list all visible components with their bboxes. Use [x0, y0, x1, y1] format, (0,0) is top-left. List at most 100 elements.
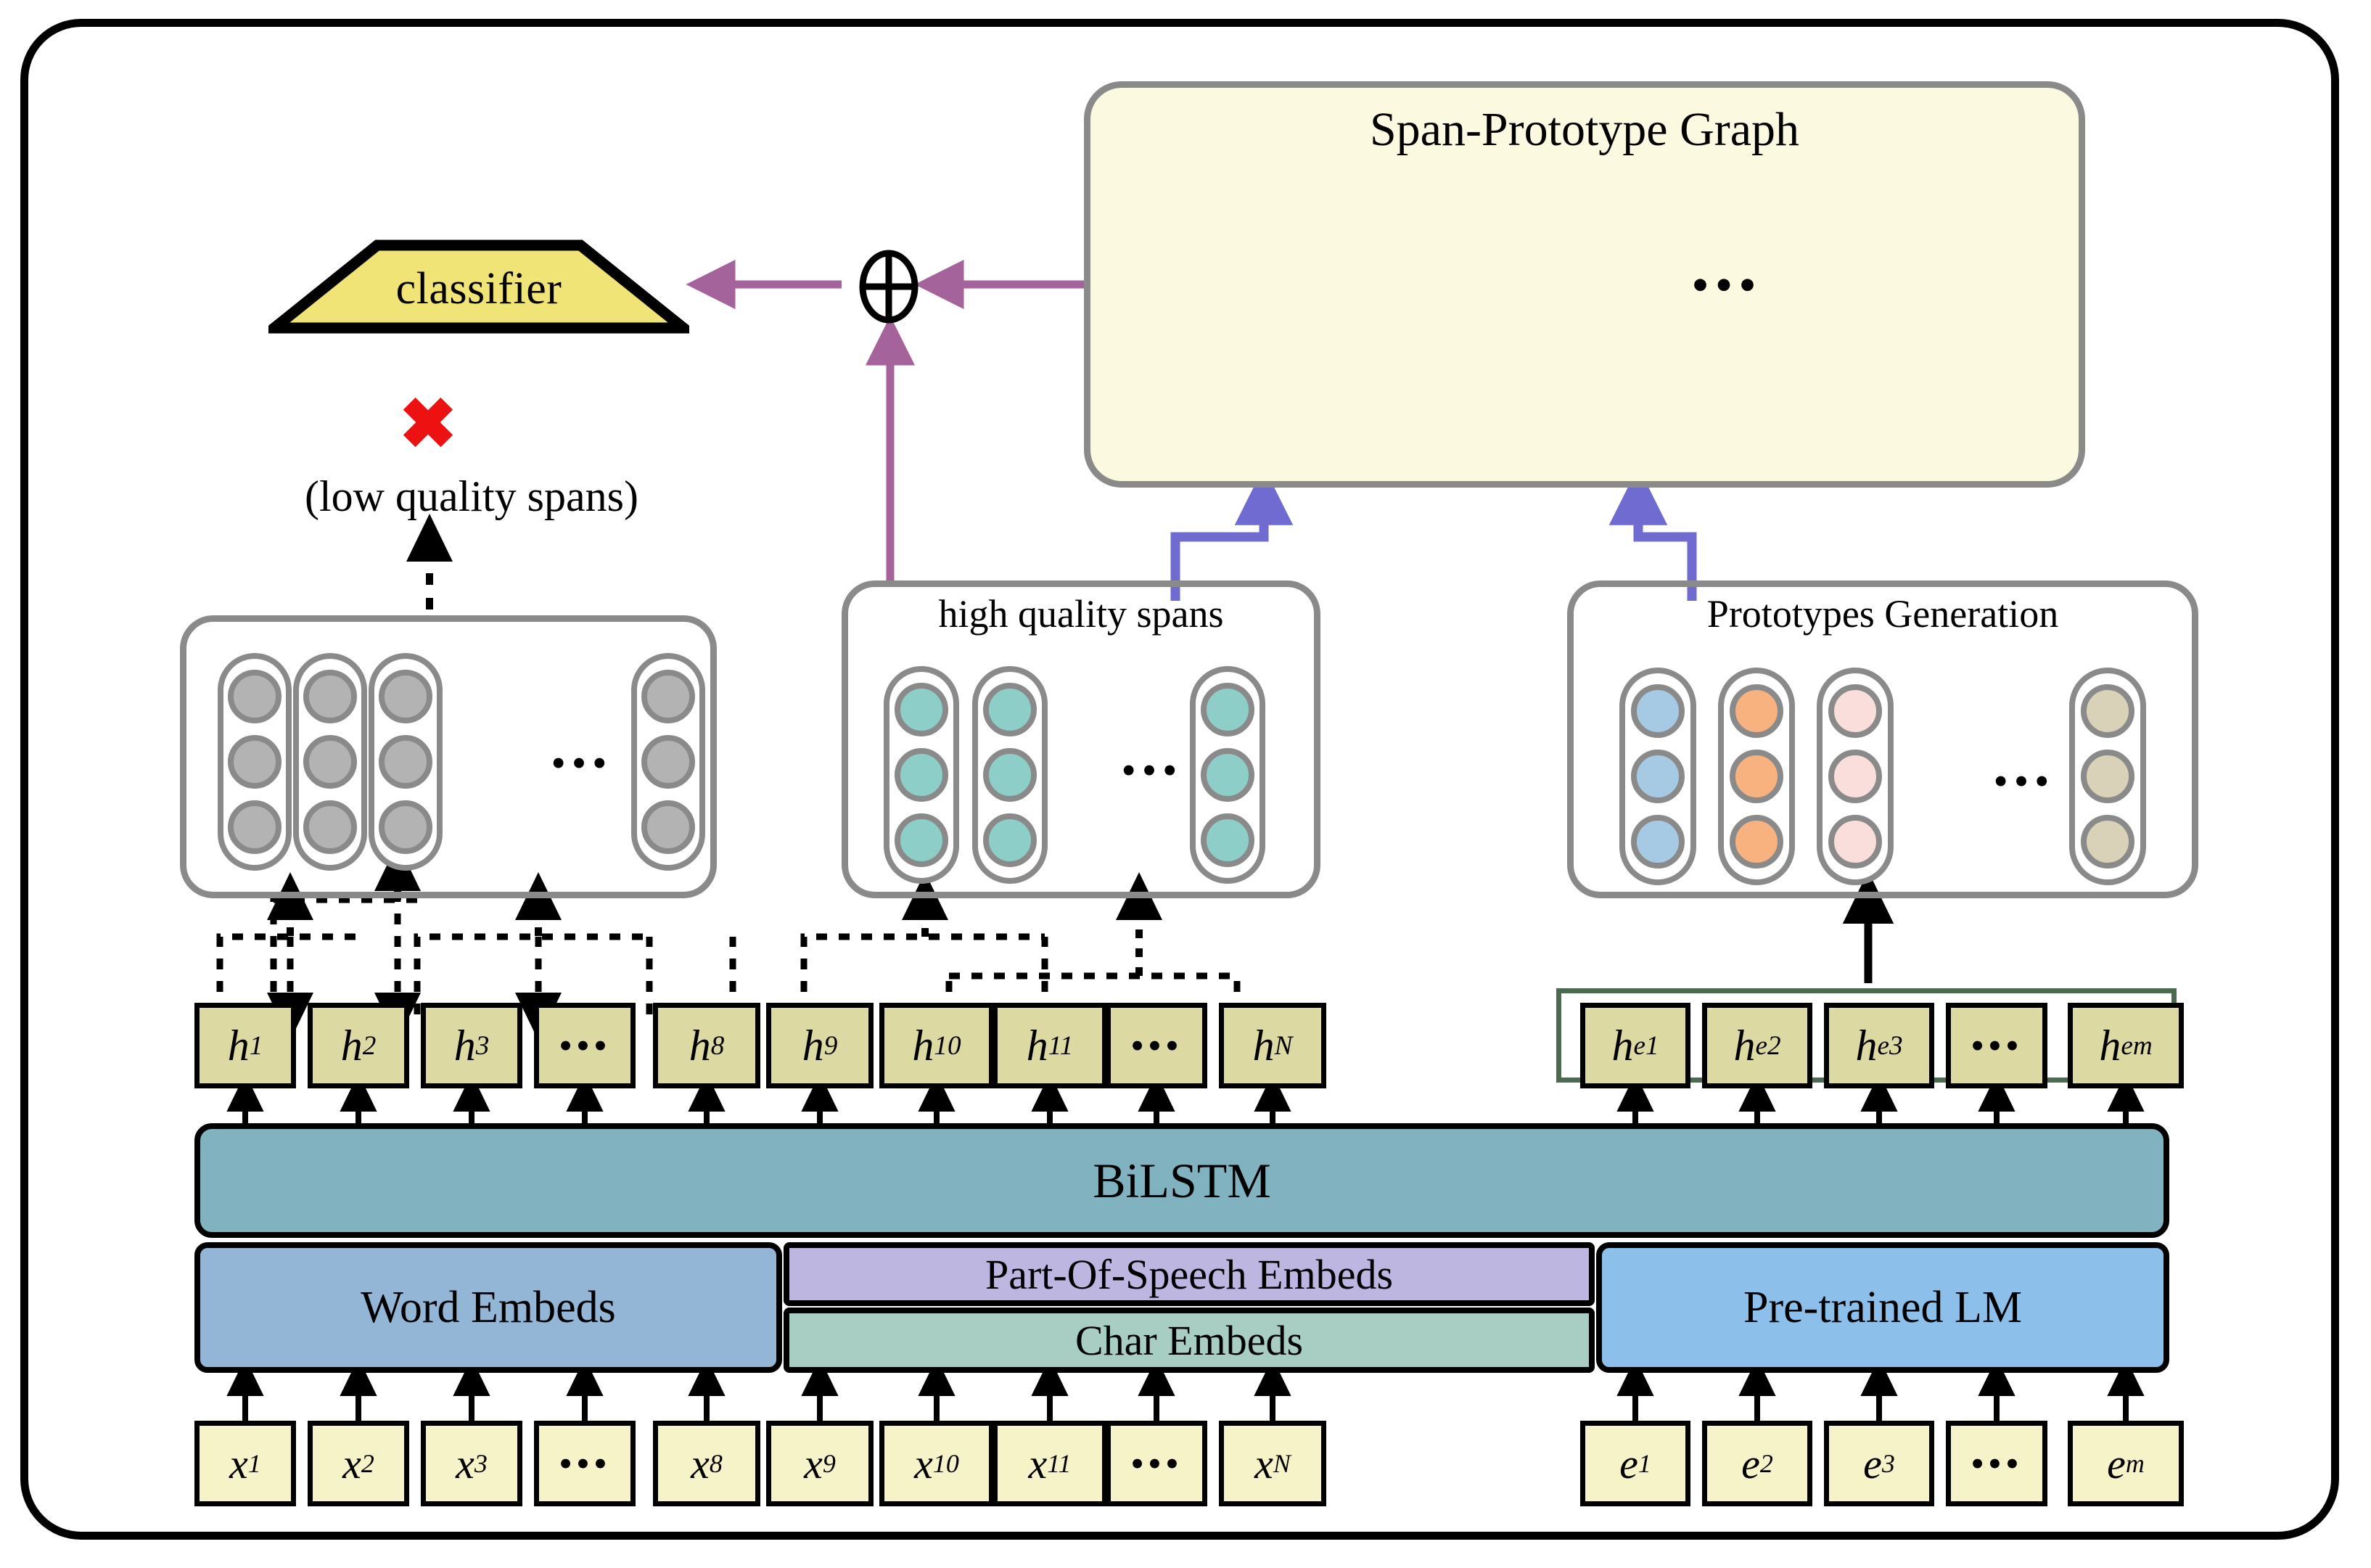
fusion-plus-icon [856, 247, 921, 327]
token-base: h [1252, 1021, 1275, 1070]
hidden-token-hN: hN [1219, 1003, 1326, 1088]
graph-ellipsis: ••• [1691, 258, 1762, 313]
hidden-token-ellipsis-13: ••• [1946, 1003, 2047, 1088]
low-quality-span-node [303, 735, 357, 789]
high-quality-span-node [983, 683, 1037, 736]
token-base: h [1733, 1021, 1756, 1070]
high-quality-span-node [1201, 683, 1254, 736]
input-token-em: em [2068, 1421, 2184, 1506]
token-base: h [453, 1021, 476, 1070]
token-base: x [804, 1440, 823, 1487]
hidden-token-h10: h 10 [879, 1003, 994, 1088]
token-base: e [2107, 1440, 2126, 1487]
hidden-token-hem: h em [2068, 1003, 2184, 1088]
hidden-token-h3: h3 [421, 1003, 522, 1088]
hidden-token-ellipsis-8: ••• [1106, 1003, 1207, 1088]
high-quality-span-node [1201, 748, 1254, 802]
input-token-e3: e3 [1824, 1421, 1934, 1506]
hidden-token-he3: h e3 [1824, 1003, 1934, 1088]
low-quality-span-node [641, 670, 695, 723]
char-embeds-layer: Char Embeds [784, 1308, 1595, 1373]
low-quality-span-node [641, 800, 695, 854]
token-subscript: m [2125, 1449, 2145, 1478]
span-prototype-graph-panel: Span-Prototype Graph [1084, 81, 2085, 488]
input-token-ellipsis-3: ••• [534, 1421, 636, 1506]
input-token-xN: xN [1219, 1421, 1326, 1506]
token-base: e [1741, 1440, 1760, 1487]
prototypes-ellipsis: ••• [1993, 758, 2055, 805]
prototype-node [1828, 815, 1882, 869]
hidden-token-h1: h1 [194, 1003, 296, 1088]
prototype-node [2081, 815, 2134, 869]
pos-embeds-layer: Part-Of-Speech Embeds [784, 1242, 1595, 1306]
token-base: h [689, 1021, 711, 1070]
token-subscript: 3 [474, 1449, 488, 1478]
token-base: h [1026, 1021, 1048, 1070]
prototype-column [2069, 668, 2146, 885]
token-base: e [1863, 1440, 1882, 1487]
token-subscript: 3 [475, 1030, 490, 1061]
token-subscript: 9 [822, 1449, 836, 1478]
low-quality-span-node [228, 800, 282, 854]
input-token-e2: e2 [1702, 1421, 1812, 1506]
prototype-node [1631, 750, 1685, 803]
token-base: x [456, 1440, 474, 1487]
reject-x-icon: ✖ [398, 385, 458, 463]
input-token-x2: x2 [308, 1421, 409, 1506]
high-quality-span-node [983, 748, 1037, 802]
low-quality-span-column [218, 653, 292, 871]
prototype-column [1817, 668, 1894, 885]
low-quality-span-node [379, 670, 432, 723]
low-quality-spans-caption: (low quality spans) [305, 472, 638, 520]
input-token-x11: x 11 [993, 1421, 1107, 1506]
input-token-x10: x 10 [879, 1421, 994, 1506]
token-base: x [342, 1440, 361, 1487]
low-quality-span-node [379, 800, 432, 854]
high-quality-ellipsis: ••• [1121, 747, 1183, 794]
hidden-token-h9: h9 [766, 1003, 874, 1088]
token-base: h [227, 1021, 250, 1070]
high-quality-span-column [884, 666, 959, 884]
token-subscript: 10 [934, 1030, 961, 1061]
token-base: h [2099, 1021, 2121, 1070]
plus-circle-icon [859, 250, 919, 324]
low-quality-span-node [303, 800, 357, 854]
high-quality-span-column [1190, 666, 1265, 884]
low-quality-span-column [293, 653, 367, 871]
classifier-block[interactable]: classifier [268, 239, 689, 334]
prototype-column [1718, 668, 1795, 885]
token-subscript: 1 [249, 1030, 263, 1061]
low-quality-span-node [228, 735, 282, 789]
high-quality-span-column [972, 666, 1048, 884]
token-subscript: 8 [710, 1030, 725, 1061]
token-subscript: 2 [1759, 1449, 1773, 1478]
classifier-label: classifier [395, 263, 562, 313]
hidden-token-h11: h 11 [993, 1003, 1107, 1088]
token-subscript: N [1273, 1449, 1291, 1478]
prototype-node [1631, 684, 1685, 738]
input-token-ellipsis-13: ••• [1946, 1421, 2047, 1506]
token-subscript: 2 [361, 1449, 374, 1478]
token-subscript: 2 [362, 1030, 377, 1061]
prototype-node [1730, 684, 1783, 738]
prototype-node [1730, 815, 1783, 869]
token-base: h [1611, 1021, 1634, 1070]
prototype-node [2081, 684, 2134, 738]
token-subscript: 1 [1637, 1449, 1651, 1478]
token-subscript: e1 [1633, 1030, 1659, 1061]
token-base: h [912, 1021, 934, 1070]
low-quality-span-node [303, 670, 357, 723]
token-base: x [229, 1440, 248, 1487]
token-base: h [340, 1021, 363, 1070]
high-quality-spans-title: high quality spans [938, 592, 1224, 636]
low-quality-ellipsis: ••• [551, 739, 613, 787]
token-subscript: 8 [709, 1449, 723, 1478]
token-base: e [1619, 1440, 1638, 1487]
input-token-ellipsis-8: ••• [1106, 1421, 1207, 1506]
hidden-token-ellipsis-3: ••• [534, 1003, 636, 1088]
high-quality-span-node [895, 813, 948, 867]
low-quality-span-node [641, 735, 695, 789]
token-subscript: em [2121, 1030, 2153, 1061]
span-prototype-graph-title: Span-Prototype Graph [1369, 103, 1800, 156]
token-subscript: N [1274, 1030, 1293, 1061]
